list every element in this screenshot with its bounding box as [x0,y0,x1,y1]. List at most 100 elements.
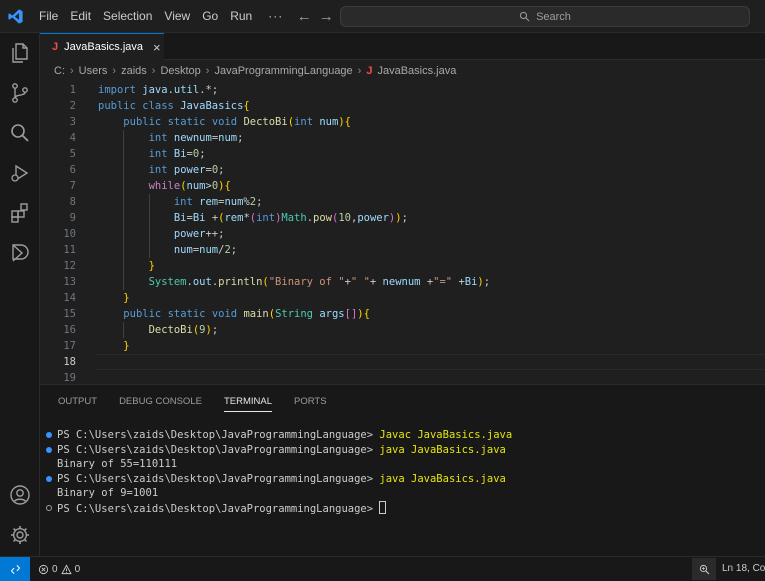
indent-guide [148,194,150,258]
code-line: 14 } [40,290,765,306]
search-sidebar-icon[interactable] [8,121,32,145]
back-arrow-icon[interactable]: ← [293,8,315,25]
code-line: 16 DectoBi(9); [40,322,765,338]
line-number: 18 [63,356,76,368]
menu-bar: File Edit Selection View Go Run [33,0,258,33]
code-line: 4 int newnum=num; [40,130,765,146]
command-decoration-icon [46,432,52,438]
menu-item-view[interactable]: View [158,0,196,33]
problems-indicator[interactable]: 0 0 [38,564,80,575]
account-icon[interactable] [8,483,32,507]
line-number: 8 [69,196,76,208]
menu-item-file[interactable]: File [33,0,64,33]
terminal-cursor [379,501,387,514]
terminal-output: Binary of 9=1001 [57,487,159,500]
terminal-text: PS C:\Users\zaids\Desktop\JavaProgrammin… [57,443,506,458]
zoom-icon[interactable] [692,558,716,580]
terminal-prompt: PS C:\Users\zaids\Desktop\JavaProgrammin… [57,443,380,456]
code-line: 12 } [40,258,765,274]
line-number: 9 [69,212,76,224]
menu-item-selection[interactable]: Selection [97,0,158,33]
remote-icon[interactable] [0,557,30,581]
code-line: 2 public class JavaBasics{ [40,98,765,114]
breadcrumb-item[interactable]: JavaBasics.java [377,65,456,77]
extensions-icon[interactable] [8,201,32,225]
terminal-prompt: PS C:\Users\zaids\Desktop\JavaProgrammin… [57,503,380,515]
java-file-icon: J [52,41,59,53]
bottom-panel: OUTPUT DEBUG CONSOLE TERMINAL PORTS PS C:\U… [40,384,765,556]
settings-gear-icon[interactable] [8,523,32,547]
line-number: 3 [69,116,76,128]
command-center-search[interactable]: Search [340,6,750,27]
line-number: 11 [63,244,76,256]
terminal-line: PS C:\Users\zaids\Desktop\JavaProgrammin… [40,428,765,443]
testing-icon[interactable] [8,241,32,265]
warning-icon [60,563,72,574]
command-decoration-icon [46,475,52,482]
terminal-output: Binary of 55=110111 [57,458,178,471]
terminal-line: Binary of 55=110111 [40,457,765,472]
line-number: 17 [63,340,76,352]
line-number: 19 [63,372,76,384]
search-label: Search [536,10,571,23]
code-text: public static void DectoBi(int num){ [123,116,351,128]
close-icon[interactable]: × [153,40,161,55]
code-editor[interactable]: 1 import java.util.*; 2 public class JavaBa… [40,82,765,384]
breadcrumb-item[interactable]: Users [79,65,108,77]
line-number: 5 [69,148,76,160]
tab-ports[interactable]: PORTS [294,385,327,419]
breadcrumb-item[interactable]: Desktop [160,65,200,77]
code-text: int power=0; [148,164,225,176]
activity-bar [0,33,40,556]
code-text: while(num>0){ [148,180,231,192]
code-line: 7 while(num>0){ [40,178,765,194]
tab-terminal[interactable]: TERMINAL [223,385,273,419]
run-debug-icon[interactable] [8,161,32,185]
code-line: 19 [40,370,765,384]
breadcrumb-item[interactable]: zaids [121,65,147,77]
forward-arrow-icon[interactable]: → [315,8,337,25]
command-decoration-icon [46,446,52,453]
code-text: import java.util.*; [98,84,219,96]
more-menu-icon[interactable]: ··· [258,9,293,23]
status-bar: 0 0 Ln 18, Co [0,556,765,581]
code-text: power++; [173,228,225,240]
panel-tabs: OUTPUT DEBUG CONSOLE TERMINAL PORTS [40,385,765,419]
breadcrumb-item[interactable]: JavaProgrammingLanguage [214,65,352,77]
menu-item-edit[interactable]: Edit [64,0,97,33]
chevron-right-icon: › [357,65,362,77]
breadcrumb-item[interactable]: C: [54,65,65,77]
tab-debug-console[interactable]: DEBUG CONSOLE [119,385,202,419]
chevron-right-icon: › [151,65,156,77]
terminal-line: PS C:\Users\zaids\Desktop\JavaProgrammin… [40,472,765,487]
breadcrumb: C: › Users › zaids › Desktop › JavaProgrammingLa… [40,60,765,82]
cursor-position[interactable]: Ln 18, Co [722,557,765,581]
menu-item-run[interactable]: Run [224,0,258,33]
code-text: int newnum=num; [148,132,244,144]
chevron-right-icon: › [205,65,210,77]
terminal-text: Binary of 9=1001 [57,486,158,501]
editor-tab-bar: J JavaBasics.java × [40,33,765,60]
java-file-icon: J [366,65,373,77]
code-line: 18 [40,354,765,370]
code-line: 1 import java.util.*; [40,82,765,98]
explorer-icon[interactable] [8,41,32,65]
tab-javabasics[interactable]: J JavaBasics.java × [40,33,164,60]
search-icon [519,11,530,22]
code-text: } [123,292,130,304]
line-number: 13 [63,276,76,288]
command-decoration-icon [46,505,52,511]
title-bar: File Edit Selection View Go Run ··· ← → Searc… [0,0,765,33]
source-control-icon[interactable] [8,81,32,105]
line-number: 2 [69,100,76,112]
line-number: 1 [69,84,76,96]
vscode-logo-icon[interactable] [0,0,30,33]
line-number: 16 [63,324,76,336]
tab-output[interactable]: OUTPUT [58,385,97,419]
code-text: public class JavaBasics{ [98,100,250,112]
code-line: 13 System.out.println("Binary of "+" "+ … [40,274,765,290]
menu-item-go[interactable]: Go [196,0,224,33]
line-number: 15 [63,308,76,320]
code-text: Bi=Bi +(rem*(int)Math.pow(10,power)); [173,212,408,224]
terminal-text: PS C:\Users\zaids\Desktop\JavaProgrammin… [57,501,387,517]
